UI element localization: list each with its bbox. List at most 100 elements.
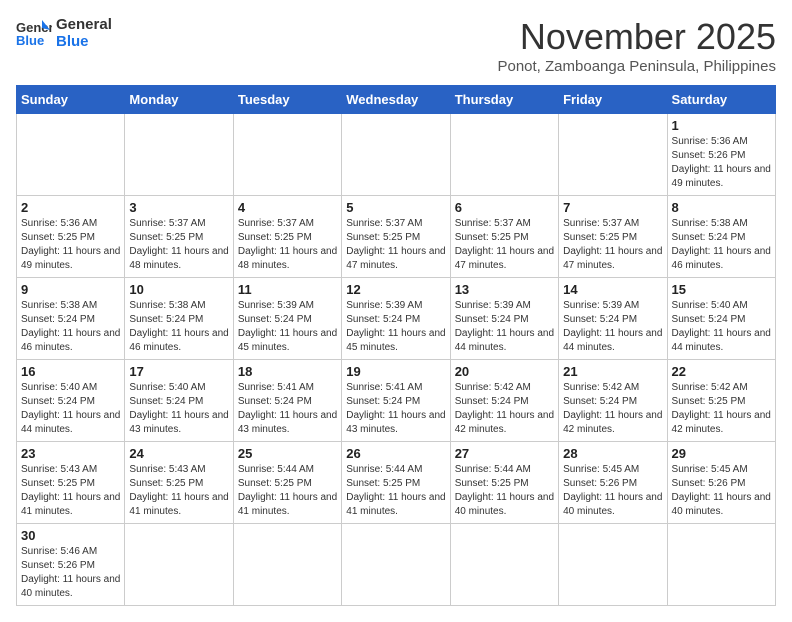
calendar-cell: 2Sunrise: 5:36 AM Sunset: 5:25 PM Daylig… bbox=[17, 196, 125, 278]
day-info: Sunrise: 5:39 AM Sunset: 5:24 PM Dayligh… bbox=[455, 299, 554, 355]
calendar-cell: 24Sunrise: 5:43 AM Sunset: 5:25 PM Dayli… bbox=[125, 442, 233, 524]
day-number: 10 bbox=[129, 282, 228, 297]
calendar-cell: 28Sunrise: 5:45 AM Sunset: 5:26 PM Dayli… bbox=[559, 442, 667, 524]
day-info: Sunrise: 5:38 AM Sunset: 5:24 PM Dayligh… bbox=[129, 299, 228, 355]
day-info: Sunrise: 5:38 AM Sunset: 5:24 PM Dayligh… bbox=[21, 299, 120, 355]
day-info: Sunrise: 5:41 AM Sunset: 5:24 PM Dayligh… bbox=[346, 381, 445, 437]
logo-blue: Blue bbox=[56, 33, 112, 50]
day-number: 8 bbox=[672, 200, 771, 215]
week-row-5: 23 Sunrise: 5:43 AM Sunset: 5:25 PM Dayli… bbox=[17, 442, 776, 524]
day-info: Sunrise: 5:43 AM Sunset: 5:25 PM Dayligh… bbox=[21, 463, 120, 519]
calendar-table: SundayMondayTuesdayWednesdayThursdayFrid… bbox=[16, 85, 776, 606]
calendar-header-row: SundayMondayTuesdayWednesdayThursdayFrid… bbox=[17, 86, 776, 114]
col-header-saturday: Saturday bbox=[667, 86, 775, 114]
day-number: 6 bbox=[455, 200, 554, 215]
day-number: 19 bbox=[346, 364, 445, 379]
day-info: Sunrise: 5:43 AM Sunset: 5:25 PM Dayligh… bbox=[129, 463, 228, 519]
calendar-cell: 27 Sunrise: 5:44 AM Sunset: 5:25 PM Dayli… bbox=[450, 442, 558, 524]
calendar-cell: 14 Sunrise: 5:39 AM Sunset: 5:24 PM Dayli… bbox=[559, 278, 667, 360]
day-number: 1 bbox=[672, 118, 771, 133]
calendar-cell: 3Sunrise: 5:37 AM Sunset: 5:25 PM Daylig… bbox=[125, 196, 233, 278]
day-info: Sunrise: 5:40 AM Sunset: 5:24 PM Dayligh… bbox=[672, 299, 771, 355]
calendar-cell bbox=[233, 524, 341, 606]
day-info: Sunrise: 5:37 AM Sunset: 5:25 PM Dayligh… bbox=[238, 217, 337, 273]
day-number: 16 bbox=[21, 364, 120, 379]
day-number: 3 bbox=[129, 200, 228, 215]
day-number: 23 bbox=[21, 446, 120, 461]
week-row-6: 30 Sunrise: 5:46 AM Sunset: 5:26 PM Dayli… bbox=[17, 524, 776, 606]
calendar-cell bbox=[450, 114, 558, 196]
day-info: Sunrise: 5:46 AM Sunset: 5:26 PM Dayligh… bbox=[21, 545, 120, 601]
calendar-cell: 15 Sunrise: 5:40 AM Sunset: 5:24 PM Dayli… bbox=[667, 278, 775, 360]
calendar-cell: 22Sunrise: 5:42 AM Sunset: 5:25 PM Dayli… bbox=[667, 360, 775, 442]
calendar-cell: 10 Sunrise: 5:38 AM Sunset: 5:24 PM Dayli… bbox=[125, 278, 233, 360]
calendar-cell: 18Sunrise: 5:41 AM Sunset: 5:24 PM Dayli… bbox=[233, 360, 341, 442]
day-info: Sunrise: 5:40 AM Sunset: 5:24 PM Dayligh… bbox=[129, 381, 228, 437]
day-info: Sunrise: 5:44 AM Sunset: 5:25 PM Dayligh… bbox=[346, 463, 445, 519]
day-info: Sunrise: 5:39 AM Sunset: 5:24 PM Dayligh… bbox=[563, 299, 662, 355]
day-info: Sunrise: 5:37 AM Sunset: 5:25 PM Dayligh… bbox=[455, 217, 554, 273]
day-number: 26 bbox=[346, 446, 445, 461]
calendar-cell bbox=[450, 524, 558, 606]
logo-general: General bbox=[56, 16, 112, 33]
day-info: Sunrise: 5:41 AM Sunset: 5:24 PM Dayligh… bbox=[238, 381, 337, 437]
day-number: 14 bbox=[563, 282, 662, 297]
col-header-tuesday: Tuesday bbox=[233, 86, 341, 114]
day-number: 7 bbox=[563, 200, 662, 215]
calendar-cell: 6 Sunrise: 5:37 AM Sunset: 5:25 PM Daylig… bbox=[450, 196, 558, 278]
day-number: 17 bbox=[129, 364, 228, 379]
week-row-3: 9 Sunrise: 5:38 AM Sunset: 5:24 PM Daylig… bbox=[17, 278, 776, 360]
day-info: Sunrise: 5:40 AM Sunset: 5:24 PM Dayligh… bbox=[21, 381, 120, 437]
calendar-cell: 8Sunrise: 5:38 AM Sunset: 5:24 PM Daylig… bbox=[667, 196, 775, 278]
day-number: 9 bbox=[21, 282, 120, 297]
day-info: Sunrise: 5:44 AM Sunset: 5:25 PM Dayligh… bbox=[238, 463, 337, 519]
day-number: 15 bbox=[672, 282, 771, 297]
calendar-cell: 30 Sunrise: 5:46 AM Sunset: 5:26 PM Dayli… bbox=[17, 524, 125, 606]
calendar-cell: 23 Sunrise: 5:43 AM Sunset: 5:25 PM Dayli… bbox=[17, 442, 125, 524]
day-number: 11 bbox=[238, 282, 337, 297]
day-info: Sunrise: 5:37 AM Sunset: 5:25 PM Dayligh… bbox=[346, 217, 445, 273]
calendar-cell: 1Sunrise: 5:36 AM Sunset: 5:26 PM Daylig… bbox=[667, 114, 775, 196]
col-header-wednesday: Wednesday bbox=[342, 86, 450, 114]
day-number: 13 bbox=[455, 282, 554, 297]
day-number: 29 bbox=[672, 446, 771, 461]
calendar-cell: 5Sunrise: 5:37 AM Sunset: 5:25 PM Daylig… bbox=[342, 196, 450, 278]
col-header-thursday: Thursday bbox=[450, 86, 558, 114]
day-info: Sunrise: 5:44 AM Sunset: 5:25 PM Dayligh… bbox=[455, 463, 554, 519]
calendar-cell: 29Sunrise: 5:45 AM Sunset: 5:26 PM Dayli… bbox=[667, 442, 775, 524]
calendar-cell: 12Sunrise: 5:39 AM Sunset: 5:24 PM Dayli… bbox=[342, 278, 450, 360]
day-info: Sunrise: 5:42 AM Sunset: 5:24 PM Dayligh… bbox=[455, 381, 554, 437]
calendar-cell: 7 Sunrise: 5:37 AM Sunset: 5:25 PM Daylig… bbox=[559, 196, 667, 278]
col-header-monday: Monday bbox=[125, 86, 233, 114]
day-number: 28 bbox=[563, 446, 662, 461]
day-number: 27 bbox=[455, 446, 554, 461]
calendar-cell: 16 Sunrise: 5:40 AM Sunset: 5:24 PM Dayli… bbox=[17, 360, 125, 442]
week-row-1: 1Sunrise: 5:36 AM Sunset: 5:26 PM Daylig… bbox=[17, 114, 776, 196]
day-number: 20 bbox=[455, 364, 554, 379]
logo-icon: General Blue bbox=[16, 18, 52, 48]
day-info: Sunrise: 5:39 AM Sunset: 5:24 PM Dayligh… bbox=[346, 299, 445, 355]
calendar-cell: 9 Sunrise: 5:38 AM Sunset: 5:24 PM Daylig… bbox=[17, 278, 125, 360]
calendar-cell: 19 Sunrise: 5:41 AM Sunset: 5:24 PM Dayli… bbox=[342, 360, 450, 442]
day-number: 25 bbox=[238, 446, 337, 461]
col-header-sunday: Sunday bbox=[17, 86, 125, 114]
week-row-2: 2Sunrise: 5:36 AM Sunset: 5:25 PM Daylig… bbox=[17, 196, 776, 278]
calendar-cell bbox=[342, 524, 450, 606]
calendar-cell bbox=[342, 114, 450, 196]
calendar-cell bbox=[559, 524, 667, 606]
calendar-cell: 13 Sunrise: 5:39 AM Sunset: 5:24 PM Dayli… bbox=[450, 278, 558, 360]
calendar-cell: 26 Sunrise: 5:44 AM Sunset: 5:25 PM Dayli… bbox=[342, 442, 450, 524]
svg-text:Blue: Blue bbox=[16, 33, 44, 48]
day-number: 30 bbox=[21, 528, 120, 543]
week-row-4: 16 Sunrise: 5:40 AM Sunset: 5:24 PM Dayli… bbox=[17, 360, 776, 442]
calendar-cell bbox=[667, 524, 775, 606]
day-info: Sunrise: 5:37 AM Sunset: 5:25 PM Dayligh… bbox=[563, 217, 662, 273]
calendar-cell: 21Sunrise: 5:42 AM Sunset: 5:24 PM Dayli… bbox=[559, 360, 667, 442]
day-info: Sunrise: 5:36 AM Sunset: 5:25 PM Dayligh… bbox=[21, 217, 120, 273]
calendar-cell bbox=[125, 114, 233, 196]
calendar-cell: 25 Sunrise: 5:44 AM Sunset: 5:25 PM Dayli… bbox=[233, 442, 341, 524]
logo: General Blue General Blue bbox=[16, 16, 112, 50]
day-info: Sunrise: 5:42 AM Sunset: 5:25 PM Dayligh… bbox=[672, 381, 771, 437]
col-header-friday: Friday bbox=[559, 86, 667, 114]
calendar-cell: 4Sunrise: 5:37 AM Sunset: 5:25 PM Daylig… bbox=[233, 196, 341, 278]
